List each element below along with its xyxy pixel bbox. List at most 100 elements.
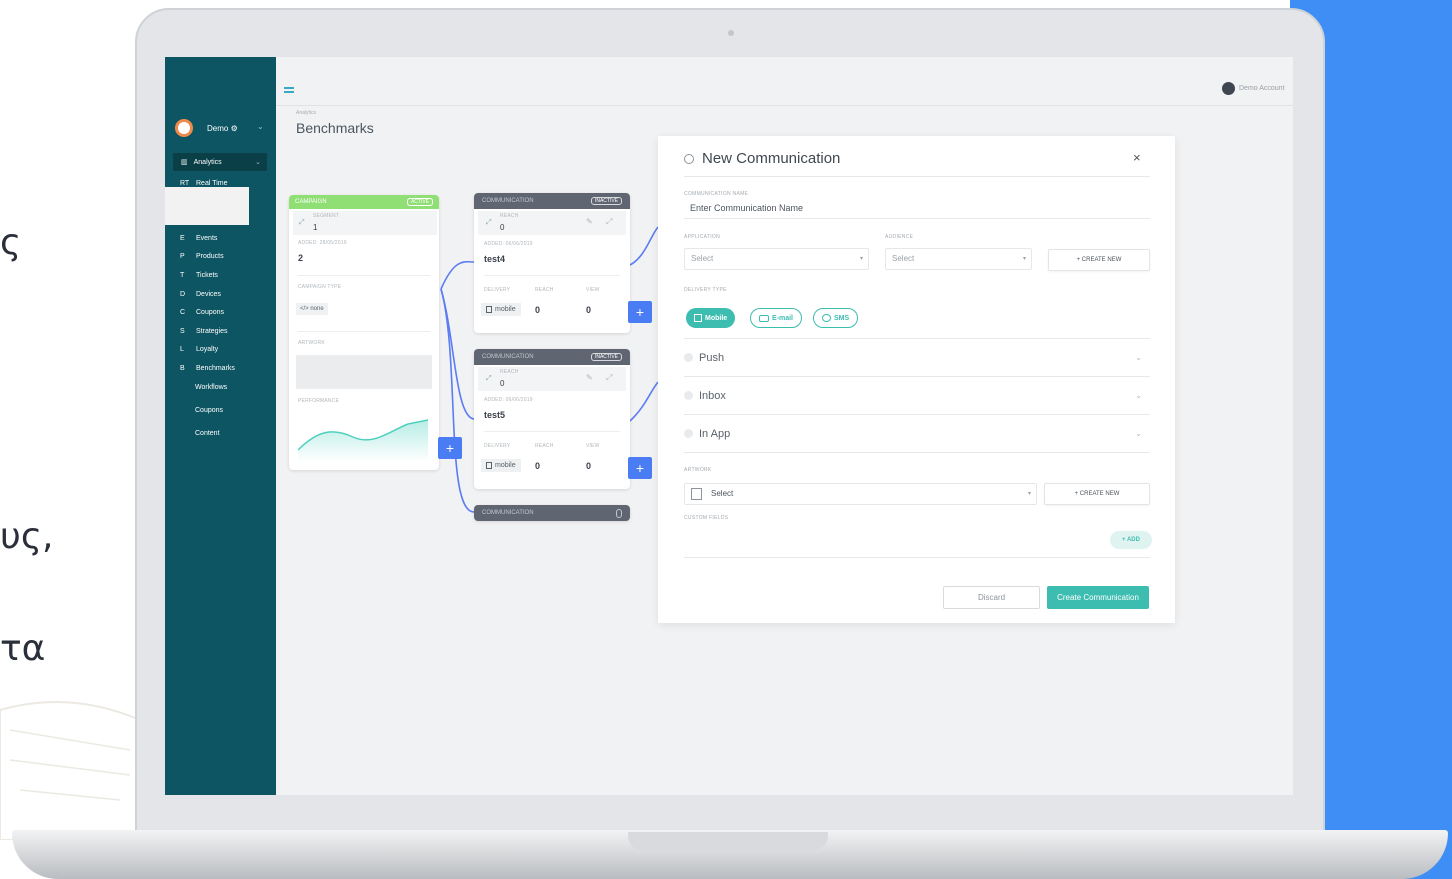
expand-icon[interactable]: ⤢ [606,373,612,383]
artwork-select[interactable]: Select ▾ [684,483,1037,505]
campaign-type-value: </> none [296,303,328,315]
communication-card-header: COMMUNICATION [474,505,630,521]
communication-card[interactable]: COMMUNICATION INACTIVE REACH ⤢ 0 ✎ ⤢ ADD… [474,349,630,489]
delivery-value-text: mobile [495,306,516,313]
communication-name-label: COMMUNICATION NAME [684,191,749,197]
sidebar-item-products[interactable]: P Products [180,253,224,260]
image-icon [691,488,702,500]
reach-box: REACH ⤢ 0 ✎ ⤢ [478,367,626,391]
create-audience-button[interactable]: + CREATE NEW [1048,249,1150,271]
mobile-icon [486,306,492,313]
sidebar-item-letter: T [180,272,185,279]
delivery-type-mobile[interactable]: Mobile [686,308,736,328]
create-artwork-button[interactable]: + CREATE NEW [1044,483,1150,505]
audience-label: AUDIENCE [885,234,914,240]
sidebar-item-letter: D [180,291,186,298]
status-badge: INACTIVE [590,353,622,361]
delivery-type-sms[interactable]: SMS [813,308,859,328]
sidebar-item-coupons[interactable]: C Coupons [180,309,224,316]
artwork-label: ARTWORK [298,340,325,346]
trend-icon: ⤢ [486,219,492,226]
section-in-app[interactable]: In App ⌄ [684,415,1150,453]
section-label: In App [699,427,731,440]
chevron-down-icon: ⌄ [1135,353,1142,362]
chat-icon [822,314,831,322]
divider [298,331,430,332]
sidebar-item-benchmarks[interactable]: B Benchmarks [180,365,235,372]
chevron-down-icon: ▾ [859,256,863,262]
add-step-button[interactable]: + [628,301,652,323]
toggle-icon[interactable] [616,508,622,518]
collapsed-communication-card[interactable]: COMMUNICATION [474,505,630,521]
application-select[interactable]: Select ▾ [684,248,869,270]
expand-icon[interactable]: ⤢ [606,217,612,227]
campaign-card[interactable]: CAMPAIGN ACTIVE SEGMENT ⤢ 1 ADDED: 28/05… [289,195,439,470]
communication-card[interactable]: COMMUNICATION INACTIVE REACH ⤢ 0 ✎ ⤢ ADD… [474,193,630,333]
reach-column-value: 0 [535,461,541,471]
application-select-value: Select [691,254,714,263]
laptop-notch [628,832,828,850]
communication-header-label: COMMUNICATION [482,198,534,204]
sidebar-item-real-time[interactable]: RT Real Time [180,180,228,187]
add-step-button[interactable]: + [628,457,652,479]
add-custom-field-button[interactable]: + ADD [1110,531,1152,549]
status-badge: ACTIVE [406,198,433,206]
communication-name-input[interactable]: Enter Communication Name [690,203,803,213]
delivery-type-label: DELIVERY TYPE [684,287,727,293]
reach-value: 0 [500,379,505,388]
reach-label: REACH [500,213,519,219]
sidebar-item-label: Real Time [196,180,228,187]
communication-header-label: COMMUNICATION [482,510,534,516]
audience-select-value: Select [892,254,915,263]
breadcrumb[interactable]: Analytics [296,110,316,116]
account-menu[interactable]: Demo Account [1222,82,1285,95]
audience-select[interactable]: Select ▾ [885,248,1032,270]
edit-icon[interactable]: ✎ [586,217,593,226]
mail-icon [759,314,769,322]
sidebar-item-label: Tickets [196,272,218,279]
reach-box: REACH ⤢ 0 ✎ ⤢ [478,211,626,235]
sidebar-item-loyalty[interactable]: L Loyalty [180,346,218,353]
sidebar-subitem-workflows[interactable]: Workflows [195,384,227,391]
header-divider [276,105,1293,106]
section-push[interactable]: Push ⌄ [684,339,1150,377]
page-text-fragment-3: τα [0,628,46,669]
brand[interactable]: Demo ⚙ ⌄ [175,119,264,137]
sidebar-item-devices[interactable]: D Devices [180,291,221,298]
section-label: Push [699,351,725,364]
page-title: Benchmarks [296,120,374,136]
sidebar-subitem-coupons[interactable]: Coupons [195,407,223,414]
create-communication-button[interactable]: Create Communication [1047,586,1149,609]
delivery-label: DELIVERY [484,287,511,293]
radio-dot [684,353,693,362]
delivery-value-text: mobile [495,462,516,469]
user-icon [1222,82,1235,95]
chevron-down-icon: ⌄ [255,159,261,166]
close-icon[interactable]: × [1133,150,1141,165]
segment-label: SEGMENT [313,213,340,219]
discard-button[interactable]: Discard [943,586,1040,609]
modal-title: New Communication [684,150,840,167]
divider [298,275,430,276]
sidebar-item-strategies[interactable]: S Strategies [180,328,228,335]
sidebar-item-label: Benchmarks [196,365,235,372]
delivery-type-email[interactable]: E-mail [750,308,803,328]
add-step-button[interactable]: + [438,437,462,459]
trend-icon: ⤢ [299,219,305,226]
menu-icon[interactable] [284,87,294,93]
divider [684,176,1150,177]
decorative-sketch-icon [0,701,140,840]
section-inbox[interactable]: Inbox ⌄ [684,377,1150,415]
radio-dot [684,429,693,438]
edit-icon[interactable]: ✎ [586,373,593,382]
communication-name: test4 [484,254,506,264]
new-communication-modal: New Communication × COMMUNICATION NAME E… [658,136,1175,623]
segment-box: SEGMENT ⤢ 1 [293,211,437,235]
sidebar-item-analytics[interactable]: ▥ Analytics ⌄ [173,153,267,171]
page-text-fragment-1: ς [0,222,22,263]
view-value: 0 [586,461,592,471]
sidebar-item-tickets[interactable]: T Tickets [180,272,218,279]
sidebar-item-label: Events [196,235,218,242]
sidebar-subitem-content[interactable]: Content [195,430,220,437]
sidebar-item-events[interactable]: E Events [180,235,217,242]
